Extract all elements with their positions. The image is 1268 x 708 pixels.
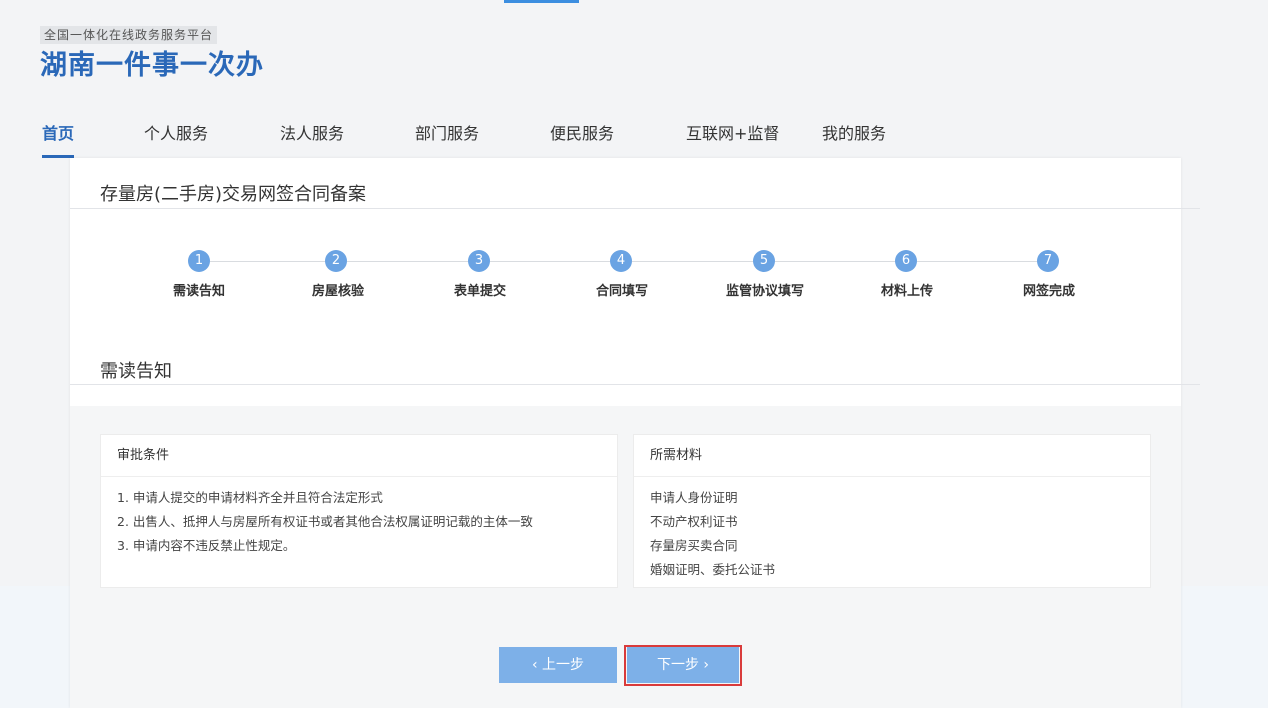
step-2-label: 房屋核验 — [311, 284, 364, 299]
nav-item-my-services[interactable]: 我的服务 — [822, 118, 886, 158]
site-header: 全国一体化在线政务服务平台 湖南一件事一次办 首页 个人服务 法人服务 部门服务… — [0, 0, 1268, 158]
step-6-label: 材料上传 — [880, 284, 933, 299]
prev-step-button[interactable]: ‹ 上一步 — [499, 647, 617, 683]
step-connector — [490, 261, 611, 262]
step-1-indicator: 1 — [188, 250, 210, 272]
step-2-indicator: 2 — [325, 250, 347, 272]
next-step-highlight — [624, 645, 742, 686]
step-3-label: 表单提交 — [453, 284, 506, 299]
nav-item-home[interactable]: 首页 — [42, 118, 75, 158]
materials-title: 所需材料 — [634, 435, 1150, 477]
step-1-label: 需读告知 — [172, 284, 225, 299]
step-4-label: 合同填写 — [595, 284, 648, 299]
step-3-indicator: 3 — [468, 250, 490, 272]
progress-stepper: 1 2 3 4 5 6 7 需读告知 房屋核验 表单提交 合同填写 监管协议填写… — [0, 248, 1268, 308]
step-connector — [210, 261, 326, 262]
step-5-indicator: 5 — [753, 250, 775, 272]
nav-item-legal-services[interactable]: 法人服务 — [280, 118, 344, 158]
step-4-indicator: 4 — [610, 250, 632, 272]
conditions-box: 审批条件 1. 申请人提交的申请材料齐全并且符合法定形式 2. 出售人、抵押人与… — [100, 434, 618, 588]
page-title: 存量房(二手房)交易网签合同备案 — [100, 184, 367, 205]
step-7-indicator: 7 — [1037, 250, 1059, 272]
step-connector — [347, 261, 469, 262]
nav-item-internet-supervision[interactable]: 互联网+监督 — [686, 118, 779, 158]
step-7-label: 网签完成 — [1022, 284, 1075, 299]
conditions-title: 审批条件 — [101, 435, 617, 477]
logo-subtitle: 全国一体化在线政务服务平台 — [40, 26, 218, 44]
nav-item-convenience-services[interactable]: 便民服务 — [550, 118, 614, 158]
title-divider — [90, 208, 1200, 209]
condition-item: 1. 申请人提交的申请材料齐全并且符合法定形式 — [117, 490, 383, 505]
condition-item: 2. 出售人、抵押人与房屋所有权证书或者其他合法权属证明记载的主体一致 — [117, 514, 533, 529]
section-divider — [90, 384, 1200, 385]
condition-item: 3. 申请内容不违反禁止性规定。 — [117, 538, 296, 553]
step-connector — [632, 261, 754, 262]
material-item: 婚姻证明、委托公证书 — [650, 562, 776, 577]
logo-title[interactable]: 湖南一件事一次办 — [40, 46, 264, 86]
material-item: 存量房买卖合同 — [650, 538, 738, 553]
step-connector — [917, 261, 1038, 262]
materials-box: 所需材料 申请人身份证明 不动产权利证书 存量房买卖合同 婚姻证明、委托公证书 — [633, 434, 1151, 588]
step-5-label: 监管协议填写 — [725, 284, 804, 299]
section-title: 需读告知 — [100, 361, 172, 382]
main-nav: 首页 个人服务 法人服务 部门服务 便民服务 互联网+监督 我的服务 — [0, 118, 1268, 158]
nav-item-department-services[interactable]: 部门服务 — [415, 118, 479, 158]
material-item: 不动产权利证书 — [650, 514, 738, 529]
step-6-indicator: 6 — [895, 250, 917, 272]
step-connector — [775, 261, 896, 262]
material-item: 申请人身份证明 — [650, 490, 738, 505]
nav-item-personal-services[interactable]: 个人服务 — [144, 118, 208, 158]
